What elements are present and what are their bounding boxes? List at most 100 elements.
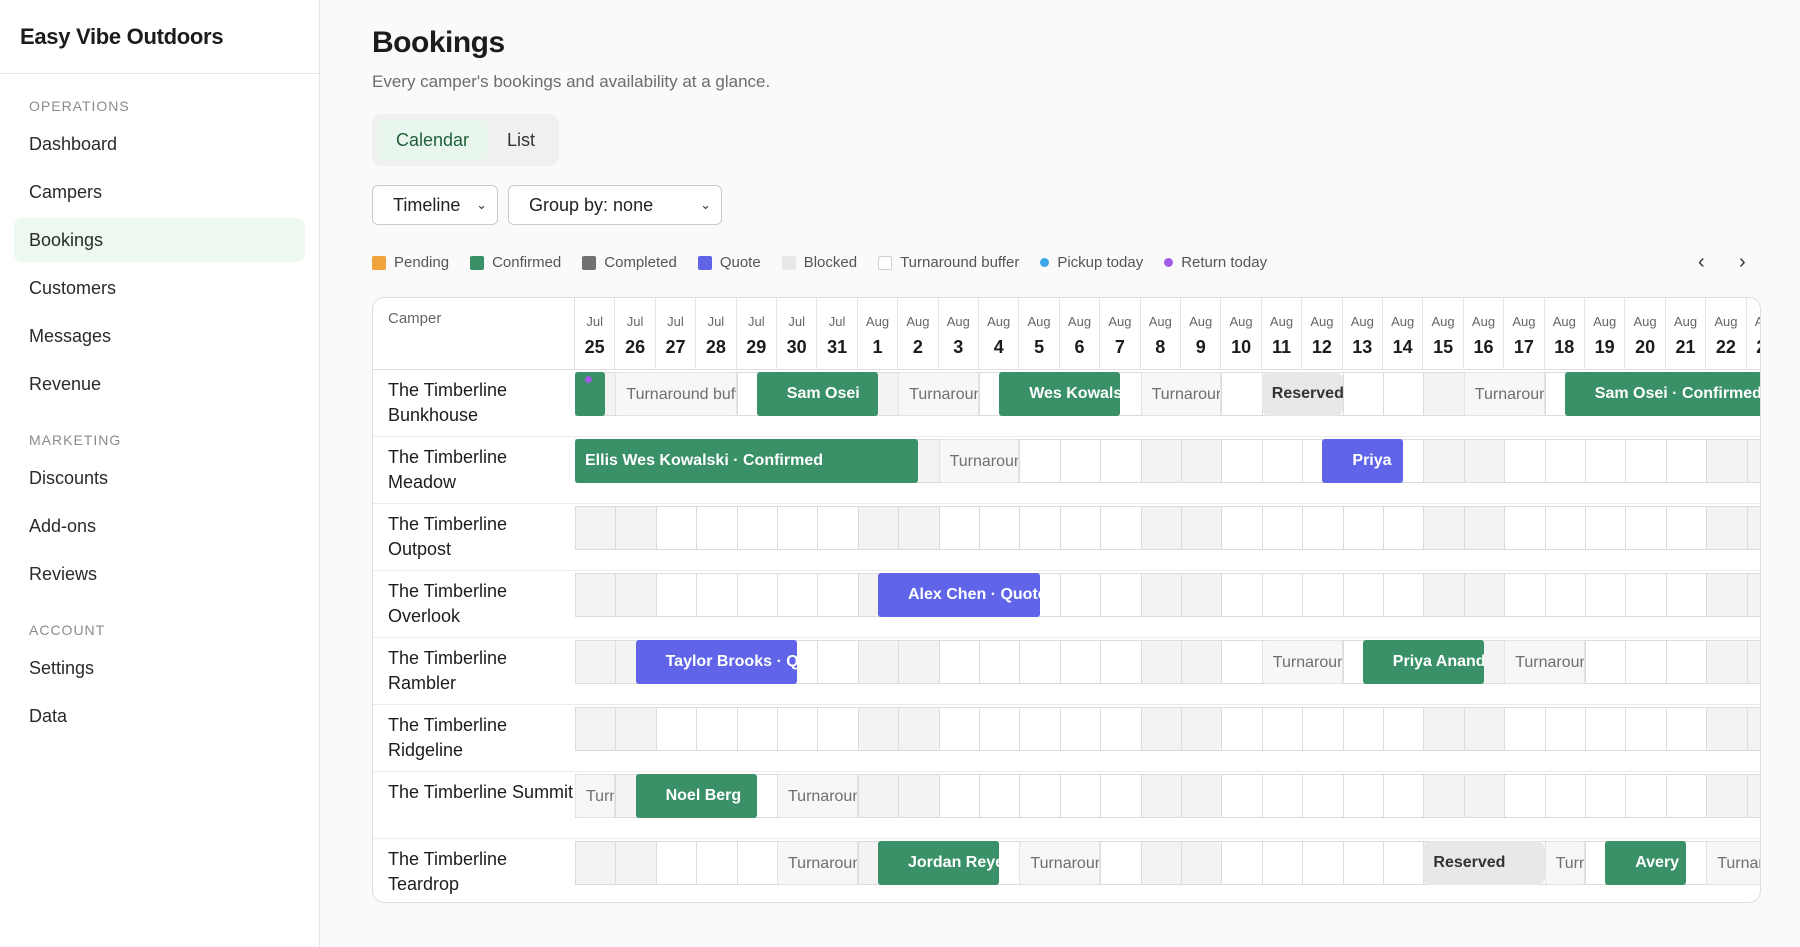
day-cell[interactable] bbox=[1100, 573, 1141, 617]
day-cell[interactable] bbox=[1181, 573, 1222, 617]
day-cell[interactable] bbox=[1221, 506, 1262, 550]
booking-bar[interactable]: Avery bbox=[1605, 841, 1686, 885]
day-cell[interactable] bbox=[1423, 372, 1464, 416]
day-cell[interactable] bbox=[1059, 439, 1101, 483]
day-cell[interactable] bbox=[857, 640, 899, 684]
day-cell[interactable] bbox=[1140, 573, 1181, 617]
day-cell[interactable] bbox=[1342, 372, 1383, 416]
day-cell[interactable] bbox=[1383, 372, 1424, 416]
turnaround-block[interactable]: Turnaround bbox=[1544, 841, 1585, 885]
day-cell[interactable] bbox=[1665, 573, 1707, 617]
day-cell[interactable] bbox=[696, 707, 737, 751]
day-cell[interactable] bbox=[1746, 774, 1760, 818]
day-cell[interactable] bbox=[1625, 640, 1666, 684]
turnaround-block[interactable]: Turnaround bbox=[1140, 372, 1222, 416]
day-cell[interactable] bbox=[736, 707, 777, 751]
booking-bar[interactable]: Noel Berg bbox=[635, 774, 757, 818]
day-cell[interactable] bbox=[857, 774, 899, 818]
booking-bar[interactable]: Taylor Brooks · Quote bbox=[635, 640, 798, 684]
tab-calendar[interactable]: Calendar bbox=[377, 119, 489, 161]
booking-bar[interactable]: Jordan Reyes bbox=[878, 841, 1000, 885]
day-cell[interactable] bbox=[1706, 506, 1747, 550]
day-cell[interactable] bbox=[777, 707, 818, 751]
day-cell[interactable] bbox=[1585, 506, 1626, 550]
day-cell[interactable] bbox=[898, 774, 939, 818]
day-cell[interactable] bbox=[1423, 707, 1464, 751]
day-cell[interactable] bbox=[1100, 506, 1141, 550]
day-cell[interactable] bbox=[979, 707, 1020, 751]
day-cell[interactable] bbox=[1019, 774, 1060, 818]
day-cell[interactable] bbox=[1706, 640, 1747, 684]
turnaround-block[interactable]: Turnaround bbox=[777, 774, 858, 818]
day-cell[interactable] bbox=[1221, 707, 1262, 751]
day-cell[interactable] bbox=[1463, 707, 1505, 751]
booking-bar[interactable]: Sam Osei · Confirmed bbox=[1564, 372, 1760, 416]
day-cell[interactable] bbox=[1665, 439, 1707, 483]
blocked-block[interactable]: Reserved bbox=[1261, 372, 1343, 416]
day-cell[interactable] bbox=[575, 841, 616, 885]
day-cell[interactable] bbox=[1665, 707, 1707, 751]
day-cell[interactable] bbox=[575, 573, 616, 617]
day-cell[interactable] bbox=[615, 841, 656, 885]
sidebar-item-bookings[interactable]: Bookings bbox=[14, 218, 305, 262]
day-cell[interactable] bbox=[1019, 439, 1060, 483]
sidebar-item-messages[interactable]: Messages bbox=[14, 314, 305, 358]
day-cell[interactable] bbox=[898, 506, 939, 550]
day-cell[interactable] bbox=[1504, 774, 1545, 818]
day-cell[interactable] bbox=[1181, 774, 1222, 818]
day-cell[interactable] bbox=[1261, 841, 1303, 885]
day-cell[interactable] bbox=[1181, 640, 1222, 684]
day-cell[interactable] bbox=[1342, 506, 1383, 550]
day-cell[interactable] bbox=[1140, 506, 1181, 550]
day-cell[interactable] bbox=[615, 707, 656, 751]
day-cell[interactable] bbox=[1625, 774, 1666, 818]
day-cell[interactable] bbox=[1059, 573, 1101, 617]
day-cell[interactable] bbox=[1504, 707, 1545, 751]
day-cell[interactable] bbox=[1746, 707, 1760, 751]
day-cell[interactable] bbox=[1625, 573, 1666, 617]
day-cell[interactable] bbox=[1221, 439, 1262, 483]
sidebar-item-dashboard[interactable]: Dashboard bbox=[14, 122, 305, 166]
day-cell[interactable] bbox=[1181, 841, 1222, 885]
booking-bar[interactable]: Wes Kowalski bbox=[999, 372, 1121, 416]
day-cell[interactable] bbox=[1140, 774, 1181, 818]
day-cell[interactable] bbox=[1342, 774, 1383, 818]
turnaround-block[interactable]: Turnaround bbox=[1019, 841, 1101, 885]
day-cell[interactable] bbox=[1544, 506, 1585, 550]
day-cell[interactable] bbox=[736, 573, 777, 617]
day-cell[interactable] bbox=[938, 707, 979, 751]
day-cell[interactable] bbox=[1625, 707, 1666, 751]
day-cell[interactable] bbox=[898, 640, 939, 684]
day-cell[interactable] bbox=[979, 774, 1020, 818]
day-cell[interactable] bbox=[615, 573, 656, 617]
day-cell[interactable] bbox=[938, 774, 979, 818]
booking-bar[interactable]: Priya bbox=[1322, 439, 1404, 483]
day-cell[interactable] bbox=[1059, 640, 1101, 684]
turnaround-block[interactable]: Turnaround bbox=[1706, 841, 1760, 885]
turnaround-block[interactable]: Turnaround bbox=[1463, 372, 1545, 416]
tab-list[interactable]: List bbox=[488, 119, 554, 161]
day-cell[interactable] bbox=[1181, 439, 1222, 483]
day-cell[interactable] bbox=[736, 506, 777, 550]
day-cell[interactable] bbox=[1221, 841, 1262, 885]
day-cell[interactable] bbox=[817, 707, 858, 751]
blocked-block[interactable]: Reserved bbox=[1423, 841, 1545, 885]
day-cell[interactable] bbox=[1665, 774, 1707, 818]
day-cell[interactable] bbox=[1302, 506, 1343, 550]
day-cell[interactable] bbox=[857, 506, 899, 550]
day-cell[interactable] bbox=[1383, 573, 1424, 617]
turnaround-block[interactable]: Turnaround bbox=[777, 841, 858, 885]
day-cell[interactable] bbox=[1342, 573, 1383, 617]
day-cell[interactable] bbox=[615, 506, 656, 550]
turnaround-block[interactable]: Turnaround bbox=[1261, 640, 1343, 684]
day-cell[interactable] bbox=[1140, 439, 1181, 483]
day-cell[interactable] bbox=[1746, 506, 1760, 550]
sidebar-item-campers[interactable]: Campers bbox=[14, 170, 305, 214]
previous-period-button[interactable]: ‹ bbox=[1698, 251, 1705, 274]
day-cell[interactable] bbox=[817, 573, 858, 617]
day-cell[interactable] bbox=[1181, 707, 1222, 751]
booking-bar[interactable]: Ellis Wes Kowalski · Confirmed bbox=[575, 439, 919, 483]
day-cell[interactable] bbox=[1665, 640, 1707, 684]
sidebar-item-discounts[interactable]: Discounts bbox=[14, 456, 305, 500]
day-cell[interactable] bbox=[1261, 506, 1303, 550]
